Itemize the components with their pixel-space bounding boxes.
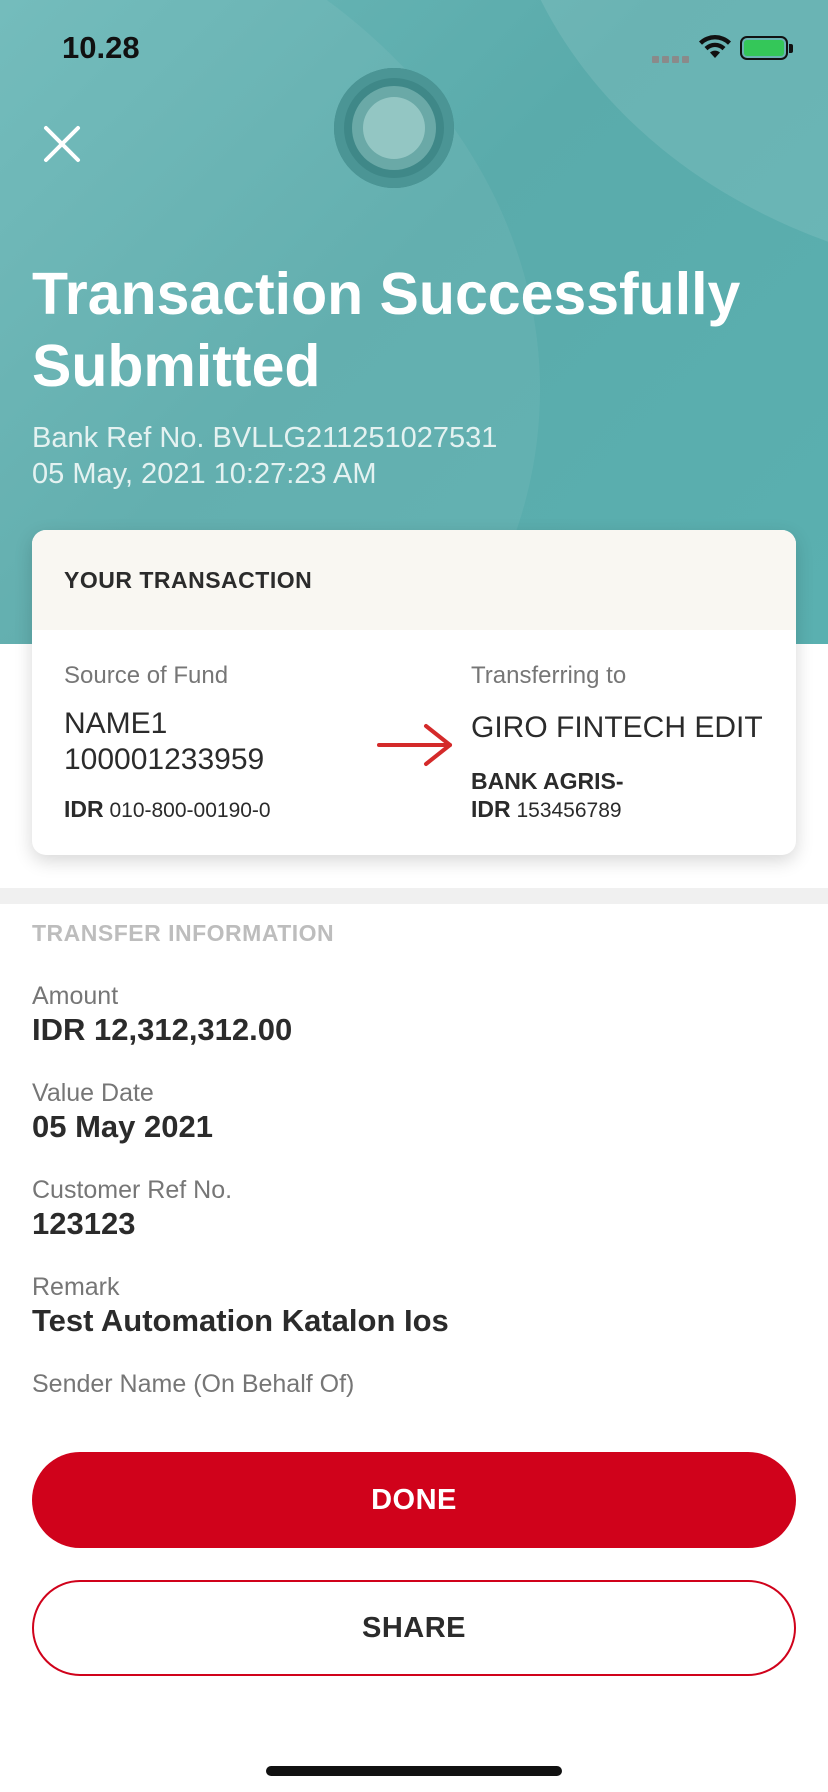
destination-currency: IDR <box>471 796 511 822</box>
status-time: 10.28 <box>62 30 140 65</box>
source-number: 100001233959 <box>64 743 265 776</box>
customer-ref-label: Customer Ref No. <box>32 1176 233 1204</box>
arrow-right-icon <box>376 722 456 773</box>
done-button[interactable]: DONE <box>32 1452 796 1548</box>
home-indicator[interactable] <box>266 1766 562 1776</box>
battery-icon <box>740 36 793 60</box>
customer-ref-value: 123123 <box>32 1206 136 1241</box>
transaction-card: YOUR TRANSACTION Source of Fund NAME1 10… <box>32 530 796 855</box>
source-currency: IDR <box>64 796 104 822</box>
source-label: Source of Fund <box>64 662 229 689</box>
transfer-info-heading: TRANSFER INFORMATION <box>32 920 335 946</box>
destination-account: IDR 153456789 <box>471 796 622 823</box>
close-button[interactable] <box>40 122 84 166</box>
value-date-value: 05 May 2021 <box>32 1109 213 1144</box>
value-date-label: Value Date <box>32 1079 154 1107</box>
camera-notch-icon <box>334 68 454 188</box>
destination-bank-name: BANK AGRIS- <box>471 768 624 794</box>
destination-account-number: 153456789 <box>516 799 622 822</box>
bank-ref-number: Bank Ref No. BVLLG211251027531 <box>32 422 498 454</box>
destination-bank: BANK AGRIS- <box>471 768 623 795</box>
remark-value: Test Automation Katalon Ios <box>32 1303 449 1338</box>
remark-label: Remark <box>32 1273 120 1301</box>
card-heading: YOUR TRANSACTION <box>32 530 796 630</box>
sender-name-label: Sender Name (On Behalf Of) <box>32 1370 355 1398</box>
transaction-datetime: 05 May, 2021 10:27:23 AM <box>32 458 377 490</box>
source-account: IDR 010-800-00190-0 <box>64 796 271 823</box>
section-divider <box>0 888 828 904</box>
close-icon <box>44 126 80 162</box>
cellular-signal-icon <box>652 50 692 63</box>
destination-label: Transferring to <box>471 662 627 689</box>
source-name: NAME1 <box>64 707 168 740</box>
amount-value: IDR 12,312,312.00 <box>32 1012 293 1047</box>
destination-name: GIRO FINTECH EDIT <box>471 711 763 744</box>
page-title: Transaction Successfully Submitted <box>32 261 741 399</box>
wifi-icon <box>698 34 732 65</box>
amount-label: Amount <box>32 982 119 1010</box>
source-account-number: 010-800-00190-0 <box>109 799 271 822</box>
share-button[interactable]: SHARE <box>32 1580 796 1676</box>
